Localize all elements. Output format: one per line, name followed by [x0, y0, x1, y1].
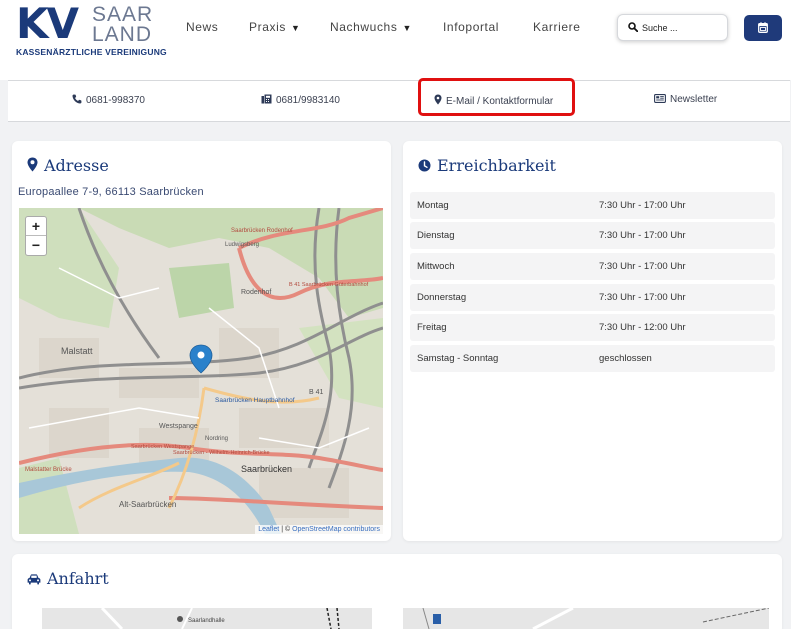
- hours-time: 7:30 Uhr - 17:00 Uhr: [599, 261, 686, 272]
- hours-row: Dienstag 7:30 Uhr - 17:00 Uhr: [410, 222, 775, 249]
- phone-number: 0681-998370: [86, 95, 145, 106]
- map-label-rodenhof-street: Saarbrücken Rodenhof: [231, 228, 293, 234]
- zoom-out-button[interactable]: −: [26, 236, 46, 255]
- map-label-alt-saarbruecken: Alt-Saarbrücken: [119, 500, 176, 509]
- directions-card-title: Anfahrt: [27, 569, 109, 588]
- map-tiles: Malstatt Westspange Saarbrücken Saarbrüc…: [19, 208, 383, 534]
- hours-row: Donnerstag 7:30 Uhr - 17:00 Uhr: [410, 284, 775, 311]
- map-label-nordring: Nordring: [205, 436, 228, 442]
- hours-title-text: Erreichbarkeit: [437, 156, 556, 175]
- directions-map-left[interactable]: Saarlandhalle: [42, 608, 372, 629]
- contact-bar: 0681-998370 0681/9983140 E-Mail / Kontak…: [8, 80, 790, 122]
- map-label-saarlandhalle: Saarlandhalle: [188, 618, 225, 624]
- map-label-hbf: Saarbrücken Hauptbahnhof: [215, 397, 295, 404]
- address-card-title: Adresse: [27, 156, 109, 175]
- hours-day: Donnerstag: [417, 292, 467, 303]
- search-box[interactable]: [617, 14, 728, 41]
- hours-day: Dienstag: [417, 230, 455, 241]
- calendar-icon: [758, 22, 768, 33]
- location-map[interactable]: Malstatt Westspange Saarbrücken Saarbrüc…: [19, 208, 383, 534]
- chevron-down-icon: ▼: [402, 23, 412, 33]
- map-label-guterbahnhof: B 41 Saarbrücken Güterbahnhof: [289, 282, 369, 288]
- map-label-b41: B 41: [309, 389, 324, 396]
- hours-row: Mittwoch 7:30 Uhr - 17:00 Uhr: [410, 253, 775, 280]
- hours-time: geschlossen: [599, 353, 652, 364]
- logo-land: LAND: [92, 23, 153, 46]
- nav-item-news[interactable]: News: [186, 20, 218, 34]
- address-text: Europaallee 7-9, 66113 Saarbrücken: [18, 186, 204, 198]
- email-highlight-box: [418, 78, 575, 116]
- osm-link[interactable]: OpenStreetMap contributors: [292, 526, 380, 533]
- nav-item-label: Nachwuchs: [330, 20, 398, 34]
- nav-item-nachwuchs[interactable]: Nachwuchs ▼: [330, 20, 412, 34]
- nav-item-label: Karriere: [533, 20, 581, 34]
- contact-fax-link[interactable]: 0681/9983140: [261, 94, 340, 106]
- directions-map-right-tiles: [403, 608, 769, 629]
- logo-subtitle: KASSENÄRZTLICHE VEREINIGUNG: [16, 47, 167, 57]
- hours-time: 7:30 Uhr - 17:00 Uhr: [599, 230, 686, 241]
- map-label-westspange: Westspange: [159, 423, 198, 430]
- nav-item-karriere[interactable]: Karriere: [533, 20, 580, 34]
- newsletter-icon: [654, 94, 666, 103]
- search-icon: [628, 22, 638, 32]
- map-label-malstatter-bruecke: Malstatter Brücke: [25, 467, 72, 473]
- hours-time: 7:30 Uhr - 12:00 Uhr: [599, 322, 686, 333]
- directions-map-left-tiles: Saarlandhalle: [42, 608, 372, 629]
- search-input[interactable]: [642, 19, 722, 37]
- hours-day: Freitag: [417, 322, 447, 333]
- hours-row: Montag 7:30 Uhr - 17:00 Uhr: [410, 192, 775, 219]
- hours-card-title: Erreichbarkeit: [418, 156, 556, 175]
- map-label-saarbruecken: Saarbrücken: [241, 464, 292, 474]
- hours-time: 7:30 Uhr - 17:00 Uhr: [599, 200, 686, 211]
- contact-newsletter-link[interactable]: Newsletter: [654, 94, 717, 105]
- newsletter-label: Newsletter: [670, 94, 718, 105]
- calendar-button[interactable]: [744, 15, 782, 41]
- hours-day: Mittwoch: [417, 261, 455, 272]
- directions-title-text: Anfahrt: [47, 569, 109, 588]
- map-label-wilhelm: Saarbrücken - Wilhelm-Heinrich-Brücke: [173, 450, 270, 456]
- zoom-in-button[interactable]: +: [26, 217, 46, 236]
- hours-day: Montag: [417, 200, 449, 211]
- nav-item-label: Praxis: [249, 20, 286, 34]
- car-icon: [27, 574, 41, 585]
- phone-icon: [72, 94, 82, 104]
- clock-icon: [418, 159, 431, 172]
- attribution-separator: | ©: [279, 526, 293, 533]
- contact-phone-link[interactable]: 0681-998370: [72, 94, 145, 106]
- chevron-down-icon: ▼: [290, 23, 301, 33]
- hours-row: Freitag 7:30 Uhr - 12:00 Uhr: [410, 314, 775, 341]
- nav-item-praxis[interactable]: Praxis ▼: [249, 20, 300, 34]
- leaflet-link[interactable]: Leaflet: [258, 526, 279, 533]
- fax-icon: [261, 94, 272, 104]
- nav-item-infoportal[interactable]: Infoportal: [443, 20, 499, 34]
- map-label-malstatt: Malstatt: [61, 346, 93, 356]
- map-attribution: Leaflet | © OpenStreetMap contributors: [255, 525, 383, 534]
- hours-day: Samstag - Sonntag: [417, 353, 499, 364]
- kv-saarland-logo[interactable]: KV SAAR LAND KASSENÄRZTLICHE VEREINIGUNG: [16, 0, 167, 57]
- map-label-westspange-street: Saarbrücken Westspange: [131, 444, 194, 450]
- logo-kv: KV: [16, 0, 79, 48]
- fax-number: 0681/9983140: [276, 95, 340, 106]
- nav-item-label: Infoportal: [443, 20, 500, 34]
- directions-map-right[interactable]: [403, 608, 769, 629]
- map-label-ludwigsberg: Ludwigsberg: [225, 242, 259, 248]
- site-header: KV SAAR LAND KASSENÄRZTLICHE VEREINIGUNG…: [0, 0, 791, 80]
- hours-row: Samstag - Sonntag geschlossen: [410, 345, 775, 372]
- hours-time: 7:30 Uhr - 17:00 Uhr: [599, 292, 686, 303]
- address-title-text: Adresse: [44, 156, 109, 175]
- nav-item-label: News: [186, 20, 219, 34]
- map-zoom-controls: + −: [25, 216, 47, 256]
- map-marker-icon: [27, 157, 38, 172]
- map-label-rodenhof: Rodenhof: [241, 289, 271, 296]
